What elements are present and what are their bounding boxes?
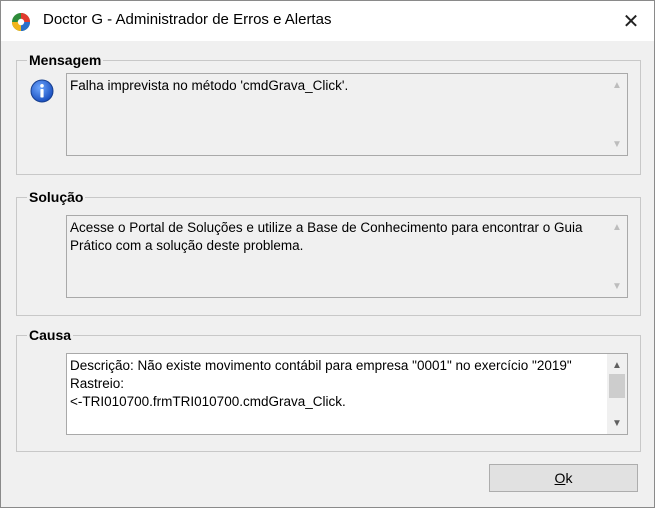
title-bar[interactable]: Doctor G - Administrador de Erros e Aler…	[1, 1, 654, 41]
close-icon: ✕	[622, 10, 640, 33]
ok-mnemonic: O	[554, 470, 566, 486]
info-icon	[30, 79, 54, 103]
error-dialog-window: Doctor G - Administrador de Erros e Aler…	[0, 0, 655, 508]
causa-scrollbar[interactable]: ▲ ▼	[607, 354, 627, 434]
solucao-scrollbar[interactable]: ▲ ▼	[607, 216, 627, 297]
causa-label: Causa	[29, 327, 72, 343]
scroll-up-arrow-icon[interactable]: ▲	[607, 218, 627, 236]
mensagem-label: Mensagem	[29, 52, 102, 68]
scroll-down-arrow-icon[interactable]: ▼	[607, 414, 627, 432]
causa-textbox[interactable]: Descrição: Não existe movimento contábil…	[66, 353, 628, 435]
ok-label-rest: k	[565, 470, 573, 486]
scroll-down-arrow-icon[interactable]: ▼	[607, 277, 627, 295]
solucao-label: Solução	[29, 189, 84, 205]
scroll-up-arrow-icon[interactable]: ▲	[607, 76, 627, 94]
window-title: Doctor G - Administrador de Erros e Aler…	[43, 11, 332, 28]
mensagem-scrollbar[interactable]: ▲ ▼	[607, 74, 627, 155]
scroll-up-arrow-icon[interactable]: ▲	[607, 356, 627, 374]
scrollbar-thumb[interactable]	[609, 374, 625, 398]
close-button[interactable]: ✕	[608, 1, 654, 41]
mensagem-textbox[interactable]: Falha imprevista no método 'cmdGrava_Cli…	[66, 73, 628, 156]
scroll-down-arrow-icon[interactable]: ▼	[607, 135, 627, 153]
mensagem-text: Falha imprevista no método 'cmdGrava_Cli…	[70, 78, 349, 93]
solucao-text: Acesse o Portal de Soluções e utilize a …	[70, 220, 587, 253]
solucao-textbox[interactable]: Acesse o Portal de Soluções e utilize a …	[66, 215, 628, 298]
causa-text: Descrição: Não existe movimento contábil…	[70, 358, 572, 409]
ok-button[interactable]: Ok	[489, 464, 638, 492]
doctor-g-app-icon	[12, 13, 30, 31]
